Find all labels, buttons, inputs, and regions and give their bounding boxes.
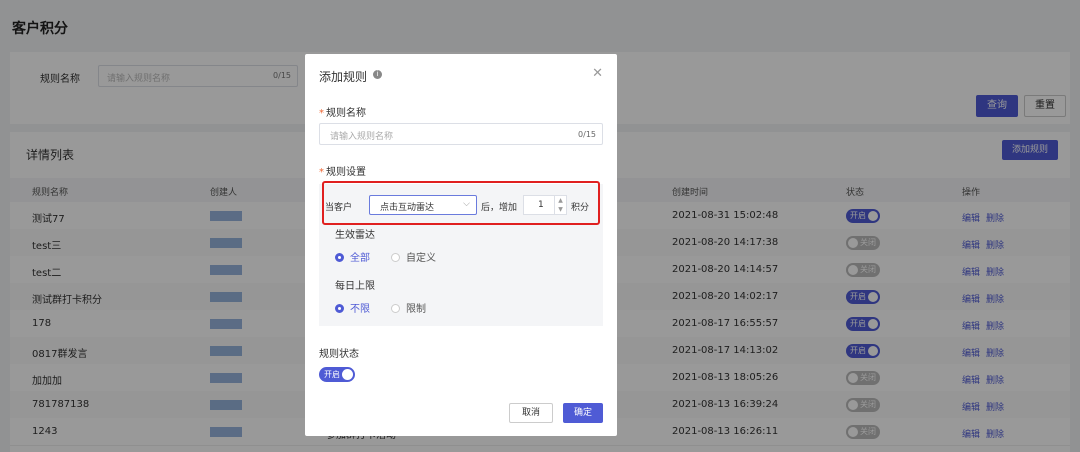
rule-settings-label: * 规则设置 bbox=[319, 167, 366, 178]
radar-option-all[interactable]: 全部 bbox=[335, 249, 370, 264]
rule-name-placeholder: 请输入规则名称 bbox=[330, 132, 394, 142]
modal-title: 添加规则 bbox=[319, 70, 368, 84]
rule-name-input[interactable]: 请输入规则名称 0/15 bbox=[319, 123, 603, 145]
add-rule-modal: 添加规则 i ✕ * 规则名称 请输入规则名称 0/15 * 规则设置 当客户 点击… bbox=[305, 54, 617, 436]
rule-name-counter: 0/15 bbox=[578, 130, 596, 139]
radar-option-custom[interactable]: 自定义 bbox=[391, 249, 436, 264]
daily-option-unlimited[interactable]: 不限 bbox=[335, 300, 370, 315]
highlight-box bbox=[322, 181, 600, 225]
daily-limit-label: 每日上限 bbox=[335, 281, 375, 292]
rule-status-label: 规则状态 bbox=[319, 349, 359, 360]
daily-option-limit[interactable]: 限制 bbox=[391, 300, 426, 315]
close-icon[interactable]: ✕ bbox=[592, 66, 603, 81]
rule-name-label: * 规则名称 bbox=[319, 108, 366, 119]
cancel-button[interactable]: 取消 bbox=[509, 403, 553, 423]
info-icon[interactable]: i bbox=[373, 70, 382, 79]
confirm-button[interactable]: 确定 bbox=[563, 403, 603, 423]
rule-status-toggle[interactable]: 开启 bbox=[319, 367, 355, 382]
radar-label: 生效雷达 bbox=[335, 230, 375, 241]
